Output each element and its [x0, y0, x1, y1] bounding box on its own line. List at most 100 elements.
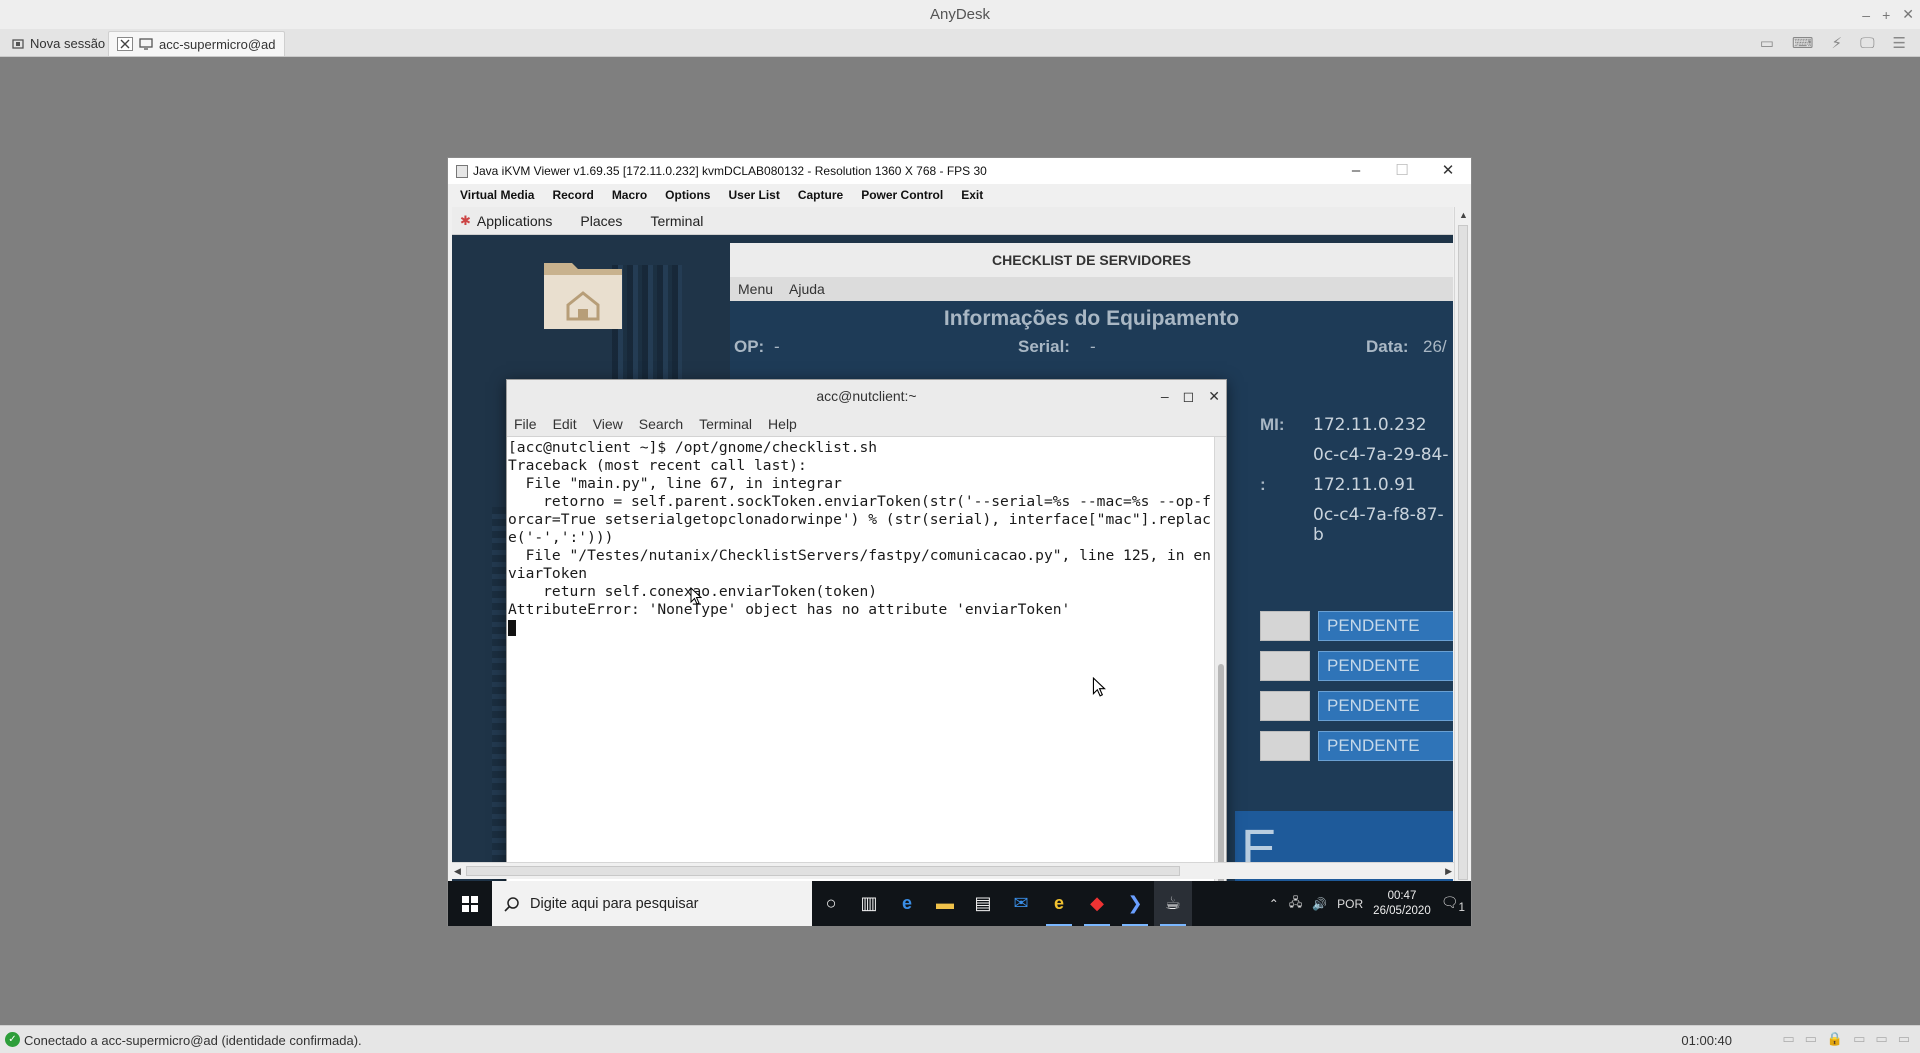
gnome-top-bar: ✱ Applications Places Terminal: [452, 207, 1453, 235]
scroll-up-arrow-icon[interactable]: ▲: [1459, 210, 1468, 220]
audio-icon[interactable]: ▭: [1898, 1031, 1910, 1047]
tray-expand-icon[interactable]: ⌃: [1269, 897, 1279, 911]
java-taskbar-icon[interactable]: ☕: [1154, 881, 1192, 926]
maximize-button[interactable]: +: [1882, 7, 1890, 23]
kvm-title: Java iKVM Viewer v1.69.35 [172.11.0.232]…: [473, 164, 987, 178]
places-menu[interactable]: Places: [580, 213, 622, 229]
terminal-output[interactable]: [acc@nutclient ~]$ /opt/gnome/checklist.…: [507, 437, 1214, 894]
host-ip: 172.11.0.91: [1313, 475, 1416, 495]
terminal-scroll-thumb[interactable]: [1218, 664, 1224, 892]
search-placeholder: Digite aqui para pesquisar: [530, 895, 699, 912]
powershell-icon[interactable]: ❯: [1116, 881, 1154, 926]
check-field[interactable]: [1260, 611, 1310, 641]
terminal-close-button[interactable]: ✕: [1208, 380, 1220, 412]
task-view-icon[interactable]: ▥: [850, 881, 888, 926]
cortana-icon[interactable]: ○: [812, 881, 850, 926]
menu-user-list[interactable]: User List: [728, 188, 779, 202]
network-icon[interactable]: 🖧: [1289, 893, 1302, 914]
permissions-icon[interactable]: ▭: [1853, 1031, 1865, 1047]
menu-record[interactable]: Record: [552, 188, 593, 202]
terminal-menu-view[interactable]: View: [593, 416, 623, 432]
store-icon[interactable]: ▤: [964, 881, 1002, 926]
kvm-maximize-button[interactable]: ☐: [1379, 158, 1425, 184]
scroll-left-arrow-icon[interactable]: ◀: [454, 866, 461, 877]
terminal-scrollbar[interactable]: [1214, 437, 1226, 894]
minimize-button[interactable]: –: [1862, 7, 1870, 23]
taskbar-search[interactable]: Digite aqui para pesquisar: [492, 881, 812, 926]
mail-icon[interactable]: ✉: [1002, 881, 1040, 926]
kvm-title-bar: Java iKVM Viewer v1.69.35 [172.11.0.232]…: [448, 158, 1471, 184]
kvm-close-button[interactable]: ✕: [1425, 158, 1471, 184]
actions-icon[interactable]: ⚡: [1832, 34, 1843, 52]
terminal-menu-help[interactable]: Help: [768, 416, 797, 432]
data-value: 26/: [1423, 337, 1447, 356]
text-cursor: [508, 620, 516, 636]
menu-macro[interactable]: Macro: [612, 188, 647, 202]
tab-new-session-label: Nova sessão: [30, 36, 106, 51]
terminal-menu-bar: File Edit View Search Terminal Help: [507, 412, 1226, 437]
edge-icon[interactable]: e: [888, 881, 926, 926]
ipmi-mac: 0c-c4-7a-29-84-: [1313, 445, 1449, 465]
kvm-vertical-scrollbar[interactable]: ▲ ▼: [1454, 207, 1471, 898]
anydesk-tab-bar: Nova sessão acc-supermicro@ad: [0, 29, 1920, 57]
clipboard-icon[interactable]: ▭: [1875, 1031, 1887, 1047]
notifications-icon[interactable]: 🗨1: [1441, 894, 1465, 914]
display-icon[interactable]: 🖵: [1860, 35, 1874, 52]
tab-new-session[interactable]: Nova sessão: [4, 31, 113, 56]
file-transfer-icon[interactable]: ▭: [1782, 1031, 1794, 1047]
terminal-menu-edit[interactable]: Edit: [553, 416, 577, 432]
lock-icon[interactable]: 🔒: [1827, 1031, 1843, 1047]
kvm-horizontal-scrollbar[interactable]: ◀ ▶: [452, 862, 1454, 879]
checklist-menu-menu[interactable]: Menu: [738, 281, 773, 297]
terminal-menu-file[interactable]: File: [514, 416, 537, 432]
checklist-menu-bar: Menu Ajuda: [730, 277, 1453, 301]
language-indicator[interactable]: POR: [1337, 897, 1363, 911]
menu-capture[interactable]: Capture: [798, 188, 843, 202]
check-field[interactable]: [1260, 651, 1310, 681]
terminal-cursor-line: [508, 619, 1214, 637]
close-button[interactable]: ✕: [1902, 6, 1914, 23]
menu-icon[interactable]: ☰: [1893, 34, 1906, 52]
status-badge: PENDENTE: [1318, 611, 1453, 641]
op-label: OP:: [734, 337, 765, 356]
terminal-line: viarToken: [508, 565, 588, 582]
kvm-minimize-button[interactable]: –: [1333, 158, 1379, 184]
check-field[interactable]: [1260, 731, 1310, 761]
chat-icon[interactable]: ▭: [1760, 34, 1774, 52]
terminal-menu-search[interactable]: Search: [639, 416, 683, 432]
checklist-menu-ajuda[interactable]: Ajuda: [789, 281, 825, 297]
checklist-title: CHECKLIST DE SERVIDORES: [730, 243, 1453, 277]
terminal-menu-terminal[interactable]: Terminal: [699, 416, 752, 432]
menu-power-control[interactable]: Power Control: [861, 188, 943, 202]
kvm-vertical-thumb[interactable]: [1458, 225, 1468, 880]
scroll-right-arrow-icon[interactable]: ▶: [1445, 866, 1452, 877]
home-folder-icon[interactable]: [542, 253, 624, 331]
start-button[interactable]: [448, 881, 492, 926]
volume-icon[interactable]: 🔊: [1312, 897, 1327, 911]
tab-connection[interactable]: acc-supermicro@ad: [108, 31, 285, 56]
internet-explorer-icon[interactable]: e: [1040, 881, 1078, 926]
file-explorer-icon[interactable]: ▬: [926, 881, 964, 926]
menu-options[interactable]: Options: [665, 188, 710, 202]
op-value: -: [774, 337, 780, 356]
menu-exit[interactable]: Exit: [961, 188, 983, 202]
terminal-title-bar: acc@nutclient:~ – ◻ ✕: [507, 380, 1226, 412]
applications-label: Applications: [476, 212, 553, 229]
host-label: :: [1260, 475, 1266, 494]
terminal-minimize-button[interactable]: –: [1161, 380, 1169, 412]
anydesk-taskbar-icon[interactable]: ◆: [1078, 881, 1116, 926]
terminal-maximize-button[interactable]: ◻: [1183, 380, 1195, 412]
kvm-horizontal-thumb[interactable]: [466, 866, 1180, 876]
checklist-heading: Informações do Equipamento: [943, 307, 1240, 330]
terminal-launcher[interactable]: Terminal: [650, 213, 703, 229]
remote-screen[interactable]: ✱ Applications Places Terminal CHECKLIST…: [452, 207, 1453, 898]
keyboard-icon[interactable]: ⌨: [1792, 34, 1814, 52]
screen-icon[interactable]: ▭: [1805, 1031, 1817, 1047]
applications-menu[interactable]: ✱ Applications: [460, 213, 552, 229]
check-field[interactable]: [1260, 691, 1310, 721]
session-timer: 01:00:40: [1681, 1033, 1732, 1048]
menu-virtual-media[interactable]: Virtual Media: [460, 188, 534, 202]
close-tab-icon[interactable]: [117, 37, 133, 51]
anydesk-title: AnyDesk: [929, 6, 991, 23]
taskbar-clock[interactable]: 00:47 26/05/2020: [1373, 889, 1431, 919]
